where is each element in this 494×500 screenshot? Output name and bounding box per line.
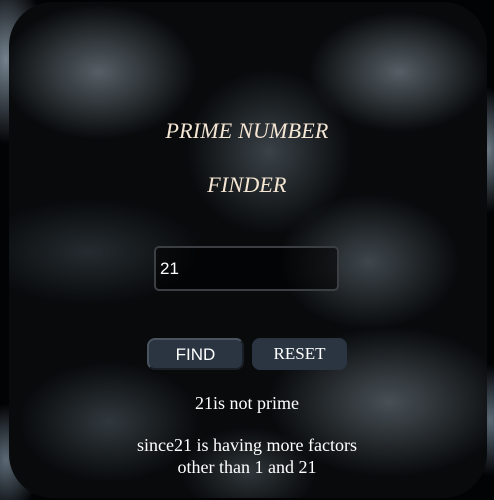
number-input[interactable] <box>154 246 339 291</box>
reset-button[interactable]: RESET <box>252 338 347 370</box>
find-button[interactable]: FIND <box>147 338 244 370</box>
result-status: 21is not prime <box>195 393 299 413</box>
result-explanation-line1: since21 is having more factors <box>137 435 357 455</box>
result-explanation-line2: other than 1 and 21 <box>177 457 317 477</box>
page-title-line2: FINDER <box>207 172 287 197</box>
page-title-line1: PRIME NUMBER <box>165 118 329 143</box>
